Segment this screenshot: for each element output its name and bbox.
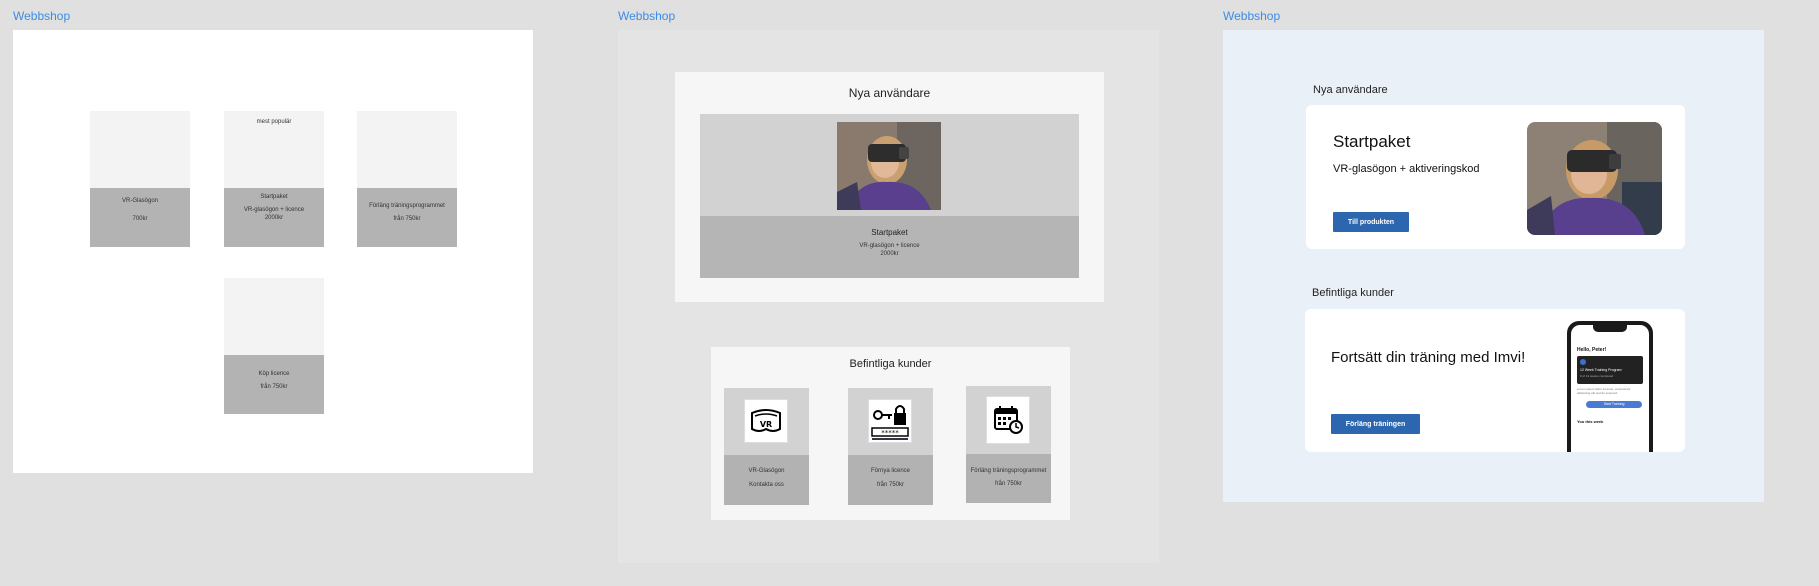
continue-training-card: Fortsätt din träning med Imvi! Förläng t… bbox=[1305, 309, 1685, 452]
product-image-placeholder bbox=[224, 278, 324, 355]
hifi-frame-3: Nya användare Startpaket VR-glasögon + a… bbox=[1223, 30, 1764, 502]
existing-customers-panel: Befintliga kunder VR VR-Glasögon Kontakt… bbox=[711, 347, 1070, 520]
card-sub: från 750kr bbox=[994, 480, 1022, 487]
phone-start-button: Start Training bbox=[1586, 401, 1642, 408]
wireframe-frame-1: VR-Glasögon 700kr mest populär Startpake… bbox=[13, 30, 533, 473]
product-name: Köp licence bbox=[258, 371, 290, 377]
phone-week: You this week bbox=[1577, 419, 1604, 424]
frame-label-2: Webbshop bbox=[618, 9, 676, 23]
card-sub: Kontakta oss bbox=[749, 481, 784, 488]
existing-customers-title: Befintliga kunder bbox=[849, 358, 932, 370]
key-lock-icon: ***** bbox=[871, 405, 909, 440]
vr-user-photo bbox=[1527, 122, 1662, 235]
product-price: 700kr bbox=[132, 215, 148, 222]
startpaket-card[interactable]: Startpaket VR-glasögon + licence 2000kr bbox=[700, 114, 1079, 278]
extend-training-button[interactable]: Förläng träningen bbox=[1331, 414, 1420, 434]
phone-program-card: 12 Week Training Program 0 of 12 weeks c… bbox=[1577, 356, 1643, 384]
startpaket-title: Startpaket bbox=[1333, 132, 1411, 151]
existing-card-training[interactable]: Förläng träningsprogrammet från 750kr bbox=[966, 386, 1051, 503]
product-image-placeholder bbox=[357, 111, 457, 188]
new-users-heading: Nya användare bbox=[1313, 84, 1388, 96]
frame-label-1: Webbshop bbox=[13, 9, 71, 23]
svg-text:*****: ***** bbox=[881, 429, 899, 437]
phone-greeting: Hello, Peter! bbox=[1577, 347, 1607, 353]
product-price: från 750kr bbox=[260, 383, 288, 390]
phone-screen: Hello, Peter! 12 Week Training Program 0… bbox=[1571, 325, 1649, 452]
existing-card-licence[interactable]: ***** Förnya licence från 750kr bbox=[848, 388, 933, 505]
card-title: Förläng träningsprogrammet bbox=[970, 468, 1047, 474]
card-info: VR-Glasögon Kontakta oss bbox=[724, 455, 809, 505]
product-info: Förläng träningsprogrammet från 750kr bbox=[357, 188, 457, 247]
startpaket-desc: VR-glasögon + aktiveringskod bbox=[1333, 163, 1480, 175]
vr-headset-icon-box: VR bbox=[744, 399, 788, 443]
phone-progress: 0 of 12 weeks completed bbox=[1580, 374, 1614, 378]
product-desc: VR-glasögon + licence bbox=[859, 243, 920, 249]
svg-text:VR: VR bbox=[760, 420, 772, 429]
new-users-title: Nya användare bbox=[848, 86, 931, 100]
product-card-startpaket[interactable]: mest populär Startpaket VR-glasögon + li… bbox=[224, 111, 324, 247]
to-product-button[interactable]: Till produkten bbox=[1333, 212, 1409, 232]
vr-user-photo bbox=[837, 122, 941, 210]
product-info: Startpaket VR-glasögon + licence 2000kr bbox=[224, 188, 324, 247]
program-icon bbox=[1580, 359, 1586, 365]
new-users-panel: Nya användare Startpaket VR-glasögon + l… bbox=[675, 72, 1104, 302]
product-image-placeholder: mest populär bbox=[224, 111, 324, 188]
frame-label-3: Webbshop bbox=[1223, 9, 1281, 23]
product-info: Startpaket VR-glasögon + licence 2000kr bbox=[700, 216, 1079, 278]
phone-note: Lorem ipsum dolor sit amet, consectetur … bbox=[1577, 387, 1631, 395]
phone-program: 12 Week Training Program bbox=[1580, 368, 1622, 372]
card-sub: från 750kr bbox=[876, 481, 904, 488]
product-name: Förläng träningsprogrammet bbox=[369, 203, 445, 209]
popular-badge: mest populär bbox=[256, 119, 292, 125]
product-card-licence[interactable]: Köp licence från 750kr bbox=[224, 278, 324, 414]
card-title: VR-Glasögon bbox=[748, 468, 785, 474]
phone-mockup: Hello, Peter! 12 Week Training Program 0… bbox=[1567, 321, 1653, 452]
card-info: Förläng träningsprogrammet från 750kr bbox=[966, 454, 1051, 503]
vr-headset-icon: VR bbox=[751, 409, 781, 432]
product-info: VR-Glasögon 700kr bbox=[90, 188, 190, 247]
product-price: 2000kr bbox=[264, 215, 284, 222]
calendar-icon bbox=[994, 406, 1023, 434]
image-area bbox=[700, 114, 1079, 216]
product-price: 2000kr bbox=[880, 250, 899, 257]
existing-customers-heading: Befintliga kunder bbox=[1312, 287, 1394, 299]
existing-card-vr[interactable]: VR VR-Glasögon Kontakta oss bbox=[724, 388, 809, 505]
product-card-vr[interactable]: VR-Glasögon 700kr bbox=[90, 111, 190, 247]
product-name: VR-Glasögon bbox=[121, 198, 159, 204]
card-info: Förnya licence från 750kr bbox=[848, 455, 933, 505]
product-price: från 750kr bbox=[393, 215, 421, 222]
wireframe-frame-2: Nya användare Startpaket VR-glasögon + l… bbox=[618, 30, 1159, 563]
product-name: Startpaket bbox=[871, 228, 908, 237]
startpaket-card: Startpaket VR-glasögon + aktiveringskod … bbox=[1306, 105, 1685, 249]
product-image-placeholder bbox=[90, 111, 190, 188]
product-card-extend-training[interactable]: Förläng träningsprogrammet från 750kr bbox=[357, 111, 457, 247]
key-lock-icon-box: ***** bbox=[868, 399, 912, 443]
calendar-icon-box bbox=[986, 396, 1030, 444]
product-desc: VR-glasögon + licence bbox=[243, 206, 305, 213]
continue-title: Fortsätt din träning med Imvi! bbox=[1331, 349, 1526, 366]
product-name: Startpaket bbox=[260, 194, 288, 200]
product-info: Köp licence från 750kr bbox=[224, 355, 324, 414]
phone-notch bbox=[1593, 325, 1627, 332]
card-title: Förnya licence bbox=[870, 468, 911, 474]
